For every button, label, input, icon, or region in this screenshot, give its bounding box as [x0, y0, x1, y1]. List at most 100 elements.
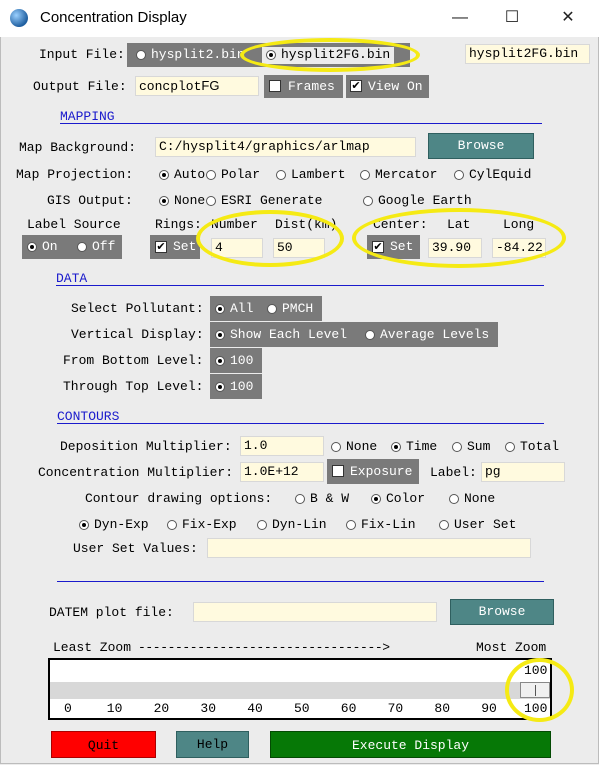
drawing-none[interactable]: None [449, 491, 495, 506]
help-button[interactable]: Help [176, 731, 249, 758]
user-set-field[interactable] [207, 538, 531, 558]
data-divider [56, 285, 544, 286]
drawing-options-label: Contour drawing options: [85, 491, 273, 506]
zoom-tick-label: 80 [434, 701, 450, 716]
projection-mercator[interactable]: Mercator [360, 167, 437, 182]
data-section-title: DATA [56, 271, 88, 286]
rings-set-label: Set [173, 239, 197, 254]
projection-lambert[interactable]: Lambert [276, 167, 346, 182]
zoom-tick-label: 30 [200, 701, 216, 716]
pollutant-options: All PMCH [210, 296, 322, 321]
label-source-off[interactable]: Off [77, 239, 115, 254]
map-projection-label: Map Projection: [16, 167, 134, 182]
zoom-tick-label: 50 [294, 701, 310, 716]
map-background-label: Map Background: [19, 140, 137, 155]
interval-user-set[interactable]: User Set [439, 517, 516, 532]
bottom-level-100[interactable]: 100 [215, 353, 253, 368]
title-bar: Concentration Display — ☐ ✕ [0, 0, 599, 37]
quit-button[interactable]: Quit [51, 731, 156, 758]
rings-set-toggle[interactable]: ✔ Set [150, 235, 200, 259]
dep-sum[interactable]: Sum [452, 439, 490, 454]
datem-field[interactable] [193, 602, 437, 622]
mapping-divider [60, 123, 542, 124]
highlight-zoom [505, 658, 574, 722]
select-pollutant-label: Select Pollutant: [71, 301, 204, 316]
projection-cylequid[interactable]: CylEquid [454, 167, 531, 182]
vertical-average[interactable]: Average Levels [365, 327, 489, 342]
app-globe-icon [10, 9, 28, 27]
interval-dyn-exp[interactable]: Dyn-Exp [79, 517, 149, 532]
pollutant-pmch[interactable]: PMCH [267, 301, 313, 316]
zoom-slider-trough[interactable] [50, 682, 550, 699]
zoom-arrow: ---------------------------------> [138, 640, 390, 655]
radio-icon [439, 519, 449, 530]
input-file-field[interactable]: hysplit2FG.bin [465, 44, 590, 64]
gis-esri[interactable]: ESRI Generate [206, 193, 322, 208]
radio-icon [454, 169, 464, 180]
radio-selected-icon [159, 169, 169, 180]
interval-fix-exp[interactable]: Fix-Exp [167, 517, 237, 532]
zoom-most-label: Most Zoom [476, 640, 547, 655]
interval-fix-lin[interactable]: Fix-Lin [346, 517, 416, 532]
mapping-section-title: MAPPING [60, 109, 115, 124]
radio-selected-icon [159, 195, 169, 206]
gis-google-earth[interactable]: Google Earth [363, 193, 472, 208]
execute-display-button[interactable]: Execute Display [270, 731, 551, 758]
radio-icon [295, 493, 305, 504]
zoom-tick-label: 60 [340, 701, 357, 716]
exposure-label: Exposure [350, 464, 413, 479]
interval-dyn-lin[interactable]: Dyn-Lin [257, 517, 327, 532]
exposure-toggle[interactable]: Exposure [327, 459, 419, 484]
viewon-checkbox-icon: ✔ [350, 79, 362, 92]
exposure-checkbox-icon [332, 465, 344, 477]
dep-time[interactable]: Time [391, 439, 437, 454]
datem-browse-button[interactable]: Browse [450, 599, 554, 625]
dep-none[interactable]: None [331, 439, 377, 454]
drawing-bw[interactable]: B & W [295, 491, 349, 506]
radio-selected-icon [215, 303, 225, 314]
pollutant-all[interactable]: All [215, 301, 253, 316]
contours-section-title: CONTOURS [57, 409, 120, 424]
radio-icon [365, 329, 375, 340]
gis-none[interactable]: None [159, 193, 205, 208]
output-file-field[interactable]: concplotFG [135, 76, 259, 96]
radio-icon [77, 241, 87, 252]
vertical-each-level[interactable]: Show Each Level [215, 327, 347, 342]
maximize-button[interactable]: ☐ [489, 0, 535, 37]
label-source-on[interactable]: On [27, 239, 58, 254]
radio-icon [276, 169, 286, 180]
highlight-center [352, 208, 566, 268]
dep-total[interactable]: Total [505, 439, 559, 454]
zoom-scale-frame: 100 0 10 20 30 40 50 60 70 80 90 100 [48, 658, 552, 720]
radio-selected-icon [79, 519, 89, 530]
drawing-color[interactable]: Color [371, 491, 425, 506]
frames-toggle[interactable]: Frames [264, 75, 343, 98]
viewon-toggle[interactable]: ✔ View On [346, 75, 429, 98]
radio-icon [346, 519, 356, 530]
vertical-display-label: Vertical Display: [71, 327, 204, 342]
deposition-field[interactable]: 1.0 [240, 436, 324, 456]
datem-label: DATEM plot file: [49, 605, 174, 620]
radio-icon [267, 303, 277, 314]
user-set-label: User Set Values: [73, 541, 198, 556]
radio-selected-icon [27, 241, 37, 252]
input-option-hysplit2[interactable]: hysplit2.bin [136, 47, 245, 62]
close-button[interactable]: ✕ [545, 0, 591, 37]
highlight-input-file [240, 38, 420, 72]
minimize-button[interactable]: — [437, 0, 483, 37]
top-level-100[interactable]: 100 [215, 379, 253, 394]
zoom-least-label: Least Zoom [53, 640, 132, 655]
radio-selected-icon [371, 493, 381, 504]
projection-polar[interactable]: Polar [206, 167, 260, 182]
map-browse-button[interactable]: Browse [428, 133, 534, 159]
projection-auto[interactable]: Auto [159, 167, 205, 182]
radio-icon [167, 519, 177, 530]
radio-icon [331, 441, 341, 452]
map-background-field[interactable]: C:/hysplit4/graphics/arlmap [155, 137, 416, 157]
deposition-label: Deposition Multiplier: [60, 439, 232, 454]
concentration-field[interactable]: 1.0E+12 [240, 462, 324, 482]
radio-icon [206, 195, 216, 206]
units-field[interactable]: pg [481, 462, 565, 482]
radio-selected-icon [215, 355, 225, 366]
window-title: Concentration Display [40, 9, 187, 26]
